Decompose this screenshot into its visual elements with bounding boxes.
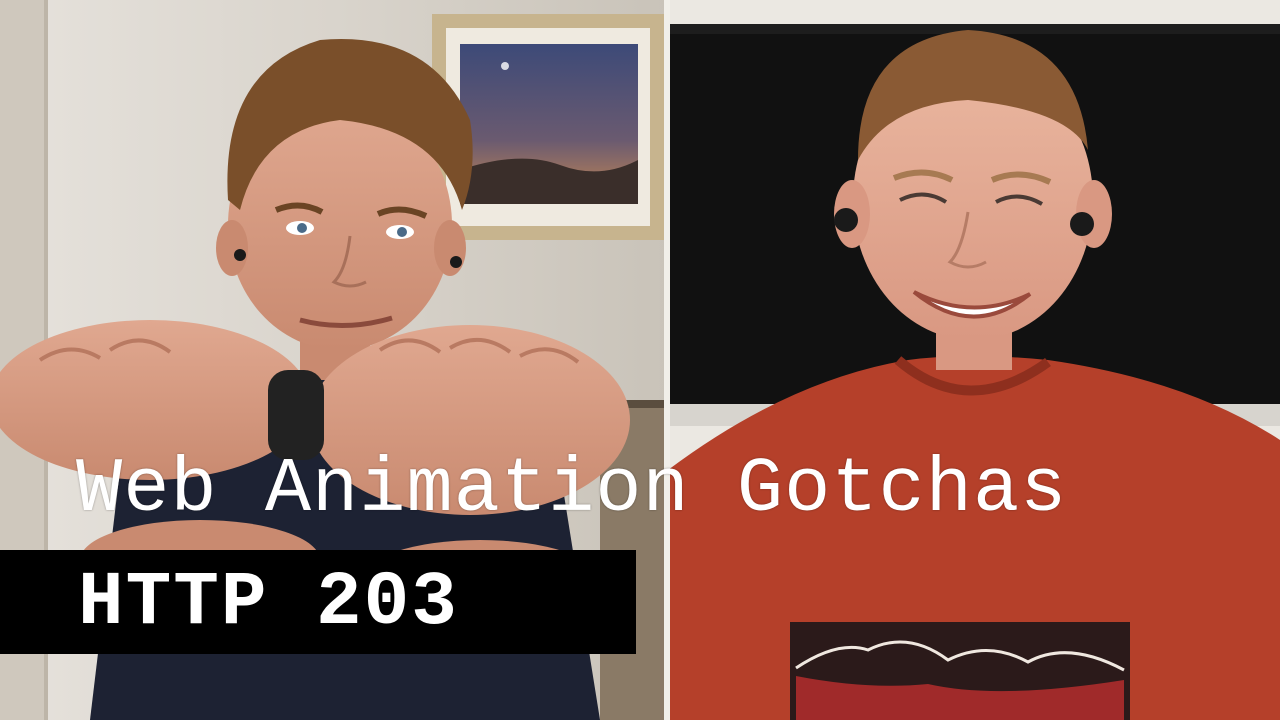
right-host-scene (668, 0, 1280, 720)
show-name: HTTP 203 (78, 560, 459, 646)
split-divider (664, 0, 670, 720)
video-title: Web Animation Gotchas (76, 447, 1068, 534)
right-video-panel (668, 0, 1280, 720)
shirt-mountain-graphic (790, 622, 1130, 720)
